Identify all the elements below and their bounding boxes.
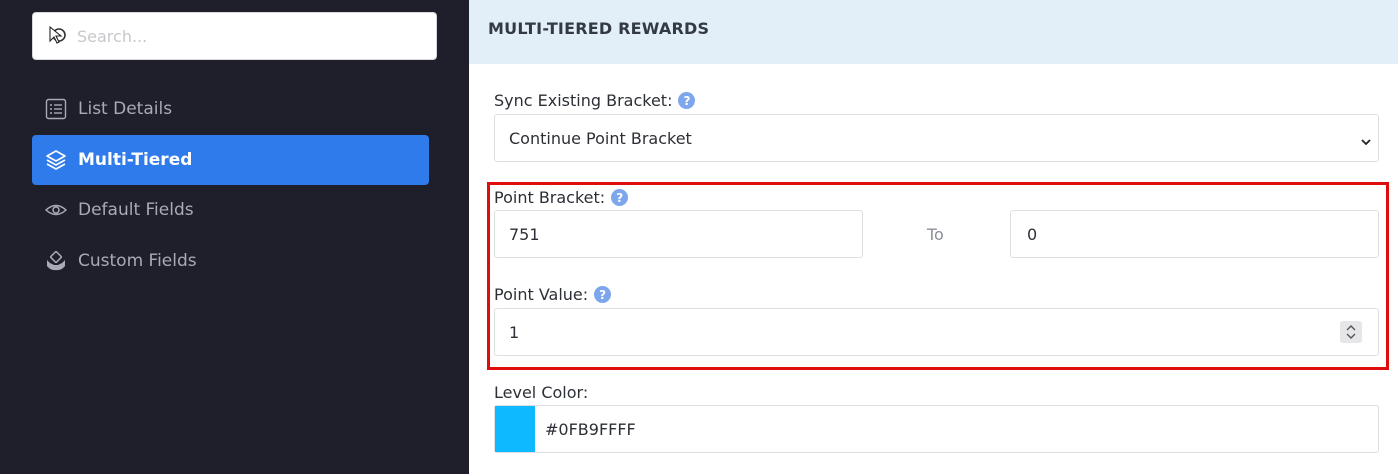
point-bracket-label: Point Bracket: ? <box>494 188 629 207</box>
list-icon <box>45 98 67 120</box>
point-value-label: Point Value: ? <box>494 285 612 304</box>
hand-holding-icon <box>45 250 67 272</box>
sidebar: List Details Multi-Tiered Default Fields <box>0 0 469 474</box>
sidebar-item-custom-fields[interactable]: Custom Fields <box>32 236 429 286</box>
sync-bracket-label-text: Sync Existing Bracket: <box>494 91 673 110</box>
panel-header: MULTI-TIERED REWARDS <box>469 0 1398 64</box>
main-panel: MULTI-TIERED REWARDS Sync Existing Brack… <box>469 0 1398 474</box>
search-icon <box>47 24 71 48</box>
point-value-input[interactable]: 1 <box>494 308 1379 356</box>
point-value-value: 1 <box>509 323 520 342</box>
sidebar-item-multi-tiered[interactable]: Multi-Tiered <box>32 135 429 185</box>
level-color-label: Level Color: <box>494 383 588 402</box>
level-color-label-text: Level Color: <box>494 383 589 402</box>
point-bracket-from-input[interactable]: 751 <box>494 210 863 258</box>
level-color-value: #0FB9FFFF <box>545 420 636 439</box>
point-value-label-text: Point Value: <box>494 285 589 304</box>
sync-bracket-label: Sync Existing Bracket: ? <box>494 91 696 110</box>
search-input[interactable] <box>77 22 417 50</box>
to-label: To <box>927 225 944 244</box>
help-icon[interactable]: ? <box>594 286 612 303</box>
chevron-down-icon <box>1360 133 1372 146</box>
layers-icon <box>45 149 67 171</box>
sidebar-item-default-fields[interactable]: Default Fields <box>32 185 429 235</box>
point-bracket-from-value: 751 <box>509 225 540 244</box>
help-icon[interactable]: ? <box>678 92 696 109</box>
sidebar-item-label: Custom Fields <box>78 251 197 271</box>
sidebar-item-label: Multi-Tiered <box>78 150 193 170</box>
color-swatch[interactable] <box>495 406 535 452</box>
sidebar-item-label: List Details <box>78 99 173 119</box>
help-icon[interactable]: ? <box>611 189 629 206</box>
eye-icon <box>45 199 67 221</box>
point-bracket-label-text: Point Bracket: <box>494 188 606 207</box>
page-title: MULTI-TIERED REWARDS <box>488 19 710 38</box>
sync-bracket-value: Continue Point Bracket <box>509 129 692 148</box>
sync-bracket-select[interactable]: Continue Point Bracket <box>494 114 1379 162</box>
sidebar-item-label: Default Fields <box>78 200 194 220</box>
search-box[interactable] <box>32 12 437 60</box>
number-stepper-icon[interactable] <box>1340 321 1362 343</box>
level-color-input[interactable]: #0FB9FFFF <box>494 405 1379 453</box>
point-bracket-to-input[interactable]: 0 <box>1010 210 1379 258</box>
sidebar-item-list-details[interactable]: List Details <box>32 84 429 134</box>
point-bracket-to-value: 0 <box>1027 225 1038 244</box>
